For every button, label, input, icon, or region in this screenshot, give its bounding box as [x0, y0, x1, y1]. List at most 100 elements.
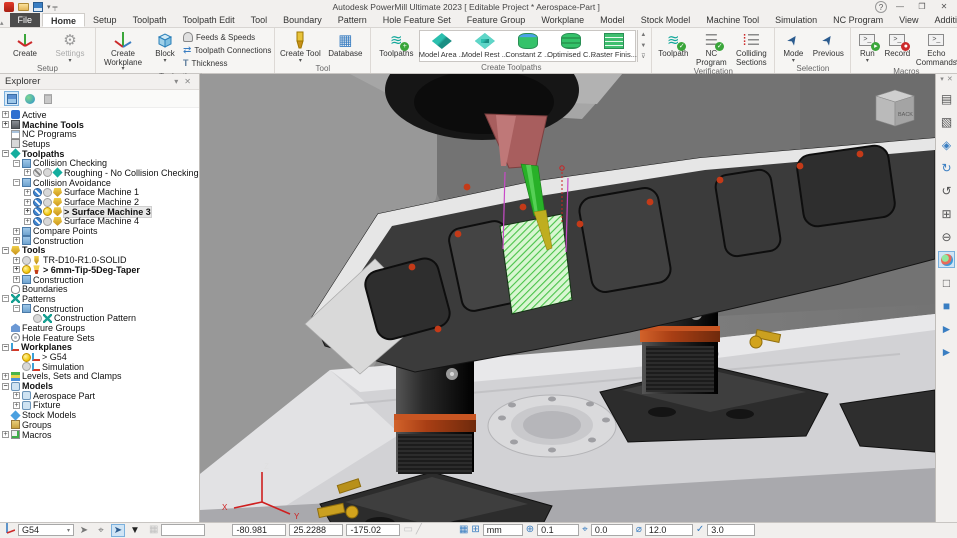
- expand-toggle-icon[interactable]: −: [2, 344, 9, 351]
- units-field[interactable]: mm: [483, 524, 523, 536]
- x-coordinate-field[interactable]: -80.981: [232, 524, 286, 536]
- tree-item[interactable]: + > Surface Machine 3: [0, 207, 199, 217]
- tree-item[interactable]: + TR-D10-R1.0-SOLID: [0, 255, 199, 265]
- tree-item[interactable]: Simulation: [0, 362, 199, 372]
- tool-diameter-field[interactable]: 12.0: [645, 524, 693, 536]
- tolerance-field[interactable]: 0.1: [537, 524, 579, 536]
- thickness-field[interactable]: 0.0: [591, 524, 633, 536]
- previous-selection-button[interactable]: ►: [938, 343, 955, 360]
- ribbon-tab[interactable]: Toolpath: [125, 13, 175, 27]
- ribbon-tab[interactable]: Simulation: [767, 13, 825, 27]
- setup-settings-button[interactable]: ⚙ Settings▾: [48, 29, 92, 64]
- expand-toggle-icon[interactable]: −: [13, 160, 20, 167]
- toolpaths-button[interactable]: ≋+ Toolpaths: [374, 29, 418, 59]
- tree-item[interactable]: + Aerospace Part: [0, 391, 199, 401]
- expand-toggle-icon[interactable]: +: [24, 218, 31, 225]
- expand-toggle-icon[interactable]: +: [13, 392, 20, 399]
- ribbon-tab[interactable]: Boundary: [275, 13, 330, 27]
- wireframe-view-button[interactable]: □: [938, 274, 955, 291]
- tree-item[interactable]: Setups: [0, 139, 199, 149]
- expand-toggle-icon[interactable]: +: [13, 266, 20, 273]
- selection-mode-button[interactable]: ►: [938, 320, 955, 337]
- expand-toggle-icon[interactable]: −: [2, 383, 9, 390]
- expand-toggle-icon[interactable]: +: [13, 257, 20, 264]
- tree-item[interactable]: − Collision Checking: [0, 158, 199, 168]
- tree-item[interactable]: − Models: [0, 381, 199, 391]
- toolbar-menu-icon[interactable]: ▾: [940, 75, 944, 83]
- ribbon-tab[interactable]: Toolpath Edit: [175, 13, 243, 27]
- shaded-view-button[interactable]: [938, 251, 955, 268]
- cursor-mode-button[interactable]: ➤: [111, 524, 125, 537]
- ribbon-tab[interactable]: File: [10, 13, 41, 27]
- tree-item[interactable]: Stock Models: [0, 410, 199, 420]
- block-button[interactable]: Block▾: [148, 29, 182, 64]
- thickness-button[interactable]: T Thickness: [183, 57, 271, 69]
- ribbon-tab[interactable]: Tool: [243, 13, 276, 27]
- tree-item[interactable]: + Fixture: [0, 401, 199, 411]
- open-project-icon[interactable]: [18, 3, 29, 11]
- tree-item[interactable]: + Compare Points: [0, 226, 199, 236]
- ribbon-tab[interactable]: Setup: [85, 13, 125, 27]
- save-project-icon[interactable]: [33, 2, 43, 12]
- toolbar-close-icon[interactable]: ✕: [947, 75, 953, 83]
- tree-item[interactable]: > G54: [0, 352, 199, 362]
- ribbon-tab[interactable]: View: [891, 13, 926, 27]
- tree-item[interactable]: + Surface Machine 1: [0, 188, 199, 198]
- tree-item[interactable]: + Machine Tools: [0, 120, 199, 130]
- help-button[interactable]: ?: [875, 1, 887, 13]
- quick-access-dropdown-icon[interactable]: ▾ ╤: [47, 3, 57, 11]
- tree-item[interactable]: − Construction: [0, 304, 199, 314]
- expand-toggle-icon[interactable]: +: [2, 431, 9, 438]
- solid-view-button[interactable]: ■: [938, 297, 955, 314]
- gallery-optimised-constant-z[interactable]: Optimised C...: [549, 31, 592, 61]
- ribbon-tab[interactable]: Feature Group: [459, 13, 534, 27]
- echo-commands-button[interactable]: >_ Echo Commands: [914, 29, 957, 67]
- ribbon-tab[interactable]: Machine Tool: [698, 13, 767, 27]
- expand-toggle-icon[interactable]: +: [13, 228, 20, 235]
- tree-item[interactable]: + Levels, Sets and Clamps: [0, 372, 199, 382]
- expand-toggle-icon[interactable]: +: [2, 373, 9, 380]
- tree-item[interactable]: + Construction: [0, 275, 199, 285]
- zoom-fit-button[interactable]: ↻: [938, 159, 955, 176]
- tree-item[interactable]: Boundaries: [0, 284, 199, 294]
- tree-item[interactable]: + Surface Machine 4: [0, 217, 199, 227]
- gallery-constant-z-finishing[interactable]: Constant Z ...: [506, 31, 549, 61]
- explorer-close-icon[interactable]: ✕: [181, 77, 194, 86]
- expand-toggle-icon[interactable]: +: [2, 121, 9, 128]
- tree-item[interactable]: − Collision Avoidance: [0, 178, 199, 188]
- tip-length-field[interactable]: 3.0: [707, 524, 755, 536]
- tree-item[interactable]: Hole Feature Sets: [0, 333, 199, 343]
- verify-toolpath-button[interactable]: ≋✓ Toolpath: [655, 29, 691, 59]
- ribbon-tab[interactable]: Pattern: [330, 13, 375, 27]
- expand-toggle-icon[interactable]: +: [13, 276, 20, 283]
- expand-toggle-icon[interactable]: −: [2, 150, 9, 157]
- tree-item[interactable]: − Workplanes: [0, 343, 199, 353]
- gallery-scroll[interactable]: ▲▼⊽: [637, 30, 648, 62]
- setup-create-button[interactable]: Create: [3, 29, 47, 59]
- gallery-model-area-clearance[interactable]: Model Area ...: [420, 31, 463, 61]
- tree-item[interactable]: Groups: [0, 420, 199, 430]
- tree-item[interactable]: + > 6mm-Tip-5Deg-Taper: [0, 265, 199, 275]
- tree-item[interactable]: + Active: [0, 110, 199, 120]
- ribbon-tab[interactable]: Model: [592, 13, 633, 27]
- tree-item[interactable]: + Macros: [0, 430, 199, 440]
- snap-field[interactable]: [161, 524, 205, 536]
- machine-view-button[interactable]: ▤: [938, 90, 955, 107]
- iso-view-button[interactable]: ◈: [938, 136, 955, 153]
- selection-mode-button[interactable]: ➤ Mode▾: [778, 29, 808, 64]
- ribbon-tab[interactable]: Home: [42, 13, 85, 27]
- expand-toggle-icon[interactable]: +: [24, 208, 31, 215]
- minimize-button[interactable]: —: [891, 1, 909, 13]
- expand-toggle-icon[interactable]: +: [13, 402, 20, 409]
- expand-toggle-icon[interactable]: −: [2, 247, 9, 254]
- ribbon-tab[interactable]: Additive: [927, 13, 957, 27]
- record-macro-button[interactable]: >_● Record: [881, 29, 913, 59]
- tree-view-button[interactable]: [4, 91, 19, 106]
- previous-selection-button[interactable]: ➤ Previous: [809, 29, 847, 59]
- tree-item[interactable]: − Tools: [0, 246, 199, 256]
- explorer-menu-icon[interactable]: ▾: [171, 77, 181, 86]
- expand-toggle-icon[interactable]: +: [24, 199, 31, 206]
- expand-toggle-icon[interactable]: +: [24, 189, 31, 196]
- cursor-pick-button[interactable]: ➤: [77, 524, 91, 537]
- viewport-3d[interactable]: BACK: [200, 74, 935, 522]
